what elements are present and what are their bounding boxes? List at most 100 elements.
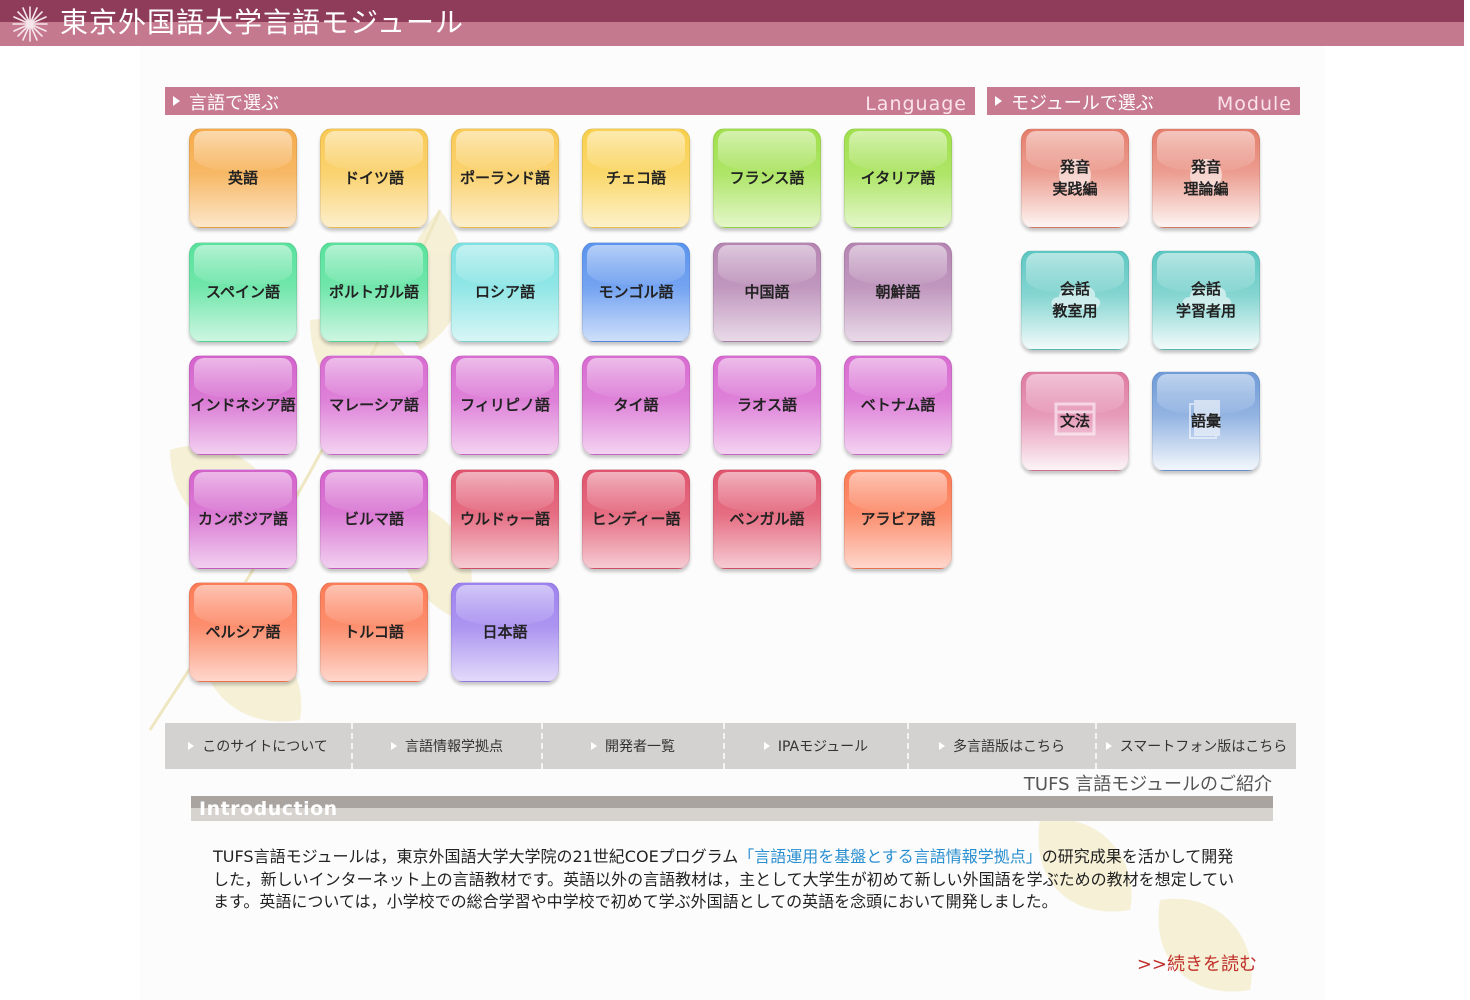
language-tile[interactable]: マレーシア語 — [320, 355, 428, 455]
language-tile[interactable]: カンボジア語 — [189, 468, 297, 569]
language-tile-label: マレーシア語 — [329, 396, 419, 414]
module-tile-line2: 理論編 — [1183, 180, 1229, 198]
language-section-bar: 言語で選ぶ Language — [165, 87, 975, 115]
language-tile[interactable]: タイ語 — [582, 355, 690, 455]
module-tile-label: 語彙 — [1191, 410, 1221, 432]
language-tile[interactable]: スペイン語 — [189, 241, 297, 342]
logo-star-icon — [12, 6, 48, 42]
language-tile-label: トルコ語 — [344, 623, 404, 641]
module-tile-line1: 語彙 — [1190, 412, 1221, 430]
language-section-subtitle: Language — [865, 93, 967, 115]
language-tile[interactable]: インドネシア語 — [189, 355, 297, 455]
nav-item[interactable]: 開発者一覧 — [543, 723, 725, 769]
module-tile[interactable]: 発音 理論編 — [1152, 128, 1260, 228]
nav-item-label: スマートフォン版はこちら — [1119, 739, 1288, 755]
module-tile[interactable]: 会話 学習者用 — [1152, 249, 1260, 350]
language-tile-label: ペルシア語 — [205, 623, 281, 641]
intro-text: TUFS言語モジュールは，東京外国語大学大学院の21世紀COEプログラム「言語運… — [213, 846, 1243, 914]
module-tile-label: 発音 理論編 — [1183, 156, 1228, 200]
intro-caption: TUFS 言語モジュールのご紹介 — [1023, 774, 1272, 795]
nav-item[interactable]: 言語情報学拠点 — [353, 723, 543, 769]
language-tile-label: 朝鮮語 — [875, 282, 921, 301]
read-more-link[interactable]: >>続きを読む — [1137, 950, 1257, 976]
language-tile-label: ビルマ語 — [343, 509, 404, 528]
language-tile-label: アラビア語 — [860, 509, 936, 528]
language-tile-label: 中国語 — [744, 282, 790, 301]
language-tile-label: モンゴル語 — [598, 282, 674, 301]
nav-item[interactable]: スマートフォン版はこちら — [1097, 723, 1296, 769]
intro-bar: Introduction — [191, 796, 1273, 821]
language-tile[interactable]: ヒンディー語 — [582, 468, 690, 569]
nav-arrow-icon — [763, 742, 770, 750]
language-tile-label: ポルトガル語 — [328, 282, 419, 301]
language-tile-label: チェコ語 — [605, 169, 666, 187]
module-tile-line1: 会話 — [1059, 279, 1090, 298]
bar-arrow-icon — [173, 96, 180, 106]
nav-item-label: 言語情報学拠点 — [405, 739, 503, 755]
language-tile[interactable]: ビルマ語 — [320, 468, 428, 569]
language-tile[interactable]: ポーランド語 — [451, 128, 559, 228]
language-tile-label: ウルドゥー語 — [459, 509, 550, 528]
language-tile-label: フィリピノ語 — [460, 396, 550, 414]
language-tile[interactable]: 日本語 — [451, 582, 559, 682]
language-tile[interactable]: ベンガル語 — [713, 468, 821, 569]
module-section-subtitle: Module — [1216, 93, 1292, 115]
language-tile[interactable]: ドイツ語 — [320, 128, 428, 228]
language-tile[interactable]: 朝鮮語 — [844, 241, 952, 342]
language-tile-label: 日本語 — [482, 623, 528, 641]
language-tile[interactable]: フィリピノ語 — [451, 355, 559, 455]
language-tile[interactable]: 英語 — [189, 128, 297, 228]
language-tile[interactable]: モンゴル語 — [582, 241, 690, 342]
module-tile[interactable]: 語彙 — [1152, 371, 1260, 471]
nav-arrow-icon — [391, 742, 397, 750]
language-tile-label: タイ語 — [613, 396, 659, 414]
module-tile-label: 会話 教室用 — [1052, 278, 1097, 322]
language-tile[interactable]: フランス語 — [713, 128, 821, 228]
nav-item-label: 多言語版はこちら — [953, 739, 1065, 755]
intro-text-before: TUFS言語モジュールは，東京外国語大学大学院の21世紀COEプログラム — [213, 847, 739, 866]
bar-arrow-icon — [995, 96, 1002, 106]
module-tile-label: 会話 学習者用 — [1176, 278, 1236, 322]
nav-item-label: 開発者一覧 — [605, 739, 675, 755]
language-tile[interactable]: ラオス語 — [713, 355, 821, 455]
nav-item-label: IPAモジュール — [777, 739, 869, 755]
language-tile[interactable]: アラビア語 — [844, 468, 952, 569]
language-tile[interactable]: ロシア語 — [451, 241, 559, 342]
module-tile-line1: 会話 — [1190, 279, 1221, 298]
language-tile[interactable]: イタリア語 — [844, 128, 952, 228]
module-tile[interactable]: 文法 — [1021, 371, 1129, 471]
language-tile-label: ベンガル語 — [729, 509, 805, 528]
nav-arrow-icon — [591, 742, 597, 750]
site-header: 東京外国語大学言語モジュール — [0, 0, 1464, 46]
nav-item[interactable]: IPAモジュール — [725, 723, 909, 769]
nav-item-label: このサイトについて — [202, 739, 328, 755]
language-tile[interactable]: ベトナム語 — [844, 355, 952, 455]
language-tile[interactable]: チェコ語 — [582, 128, 690, 228]
language-tile[interactable]: ポルトガル語 — [320, 241, 428, 342]
language-tile[interactable]: ウルドゥー語 — [451, 468, 559, 569]
module-tile-line1: 発音 — [1059, 158, 1090, 176]
module-tile[interactable]: 会話 教室用 — [1021, 249, 1129, 350]
nav-arrow-icon — [1105, 742, 1112, 750]
nav-arrow-icon — [939, 742, 945, 750]
language-tile[interactable]: トルコ語 — [320, 582, 428, 682]
language-tile-label: ロシア語 — [474, 282, 535, 301]
nav-item[interactable]: 多言語版はこちら — [909, 723, 1097, 769]
module-tile[interactable]: 発音 実践編 — [1021, 128, 1129, 228]
language-tile-label: ラオス語 — [736, 396, 797, 414]
site-title[interactable]: 東京外国語大学言語モジュール — [60, 1, 464, 41]
module-section-bar: モジュールで選ぶ Module — [987, 87, 1300, 115]
nav-item[interactable]: このサイトについて — [165, 723, 353, 769]
coe-program-link[interactable]: 「言語運用を基盤とする言語情報学拠点」 — [738, 847, 1042, 866]
module-tile-label: 発音 実践編 — [1052, 156, 1097, 200]
module-tile-line1: 文法 — [1059, 412, 1090, 430]
language-tile-label: カンボジア語 — [197, 509, 288, 528]
language-tile[interactable]: ペルシア語 — [189, 582, 297, 682]
intro-heading: Introduction — [199, 798, 338, 820]
language-tile[interactable]: 中国語 — [713, 241, 821, 342]
language-section-title: 言語で選ぶ — [189, 93, 279, 114]
language-tile-label: ポーランド語 — [459, 169, 550, 187]
footer-nav: このサイトについて 言語情報学拠点 開発者一覧 IPAモジュール 多言語版はこちら スマー… — [165, 723, 1296, 769]
nav-arrow-icon — [188, 742, 195, 750]
language-tile-label: フランス語 — [729, 169, 805, 187]
